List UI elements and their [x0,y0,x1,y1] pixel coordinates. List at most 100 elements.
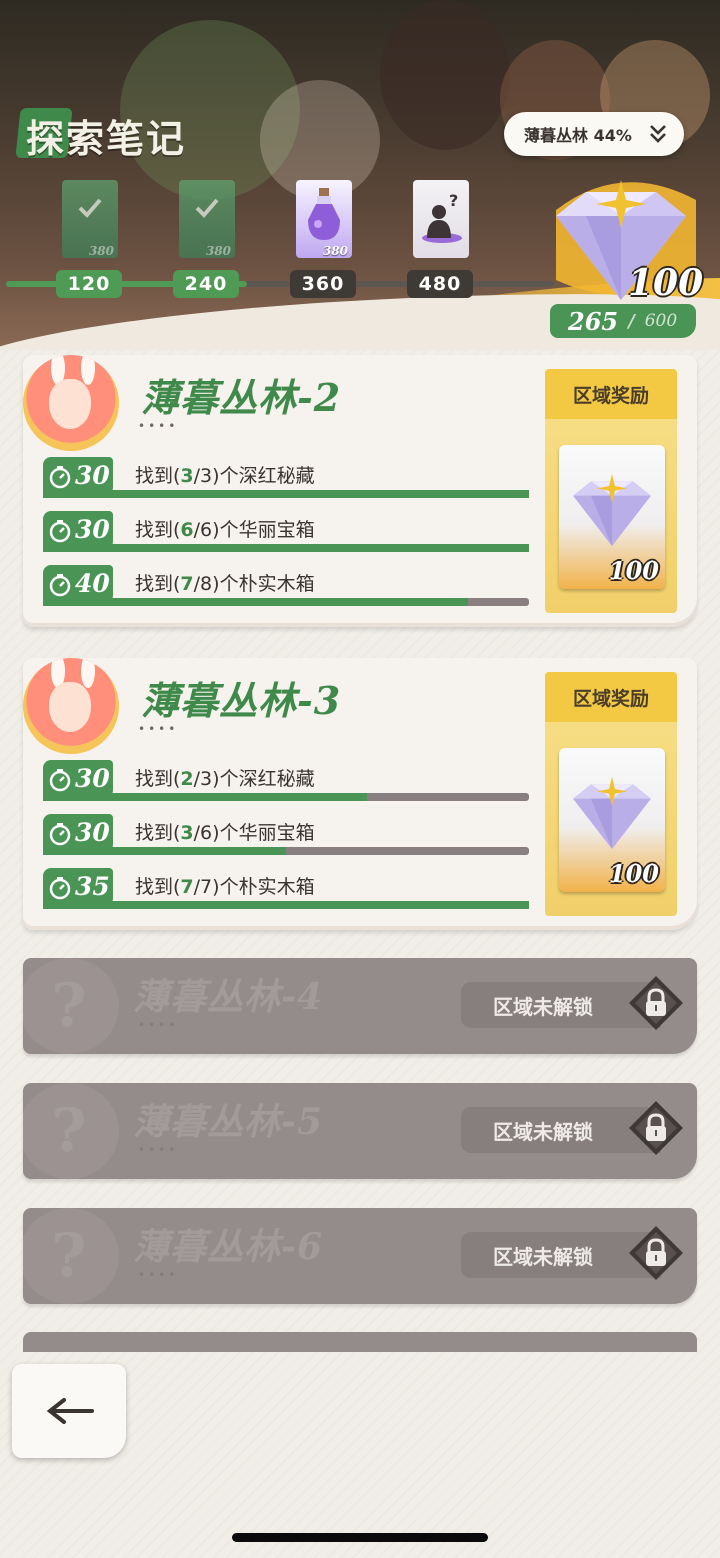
back-arrow-icon [46,1398,94,1424]
padlock-icon [629,1101,683,1155]
exploration-points: 265 / 600 [550,304,696,338]
milestone-threshold-4: 480 [407,270,473,298]
task-total: /8) [193,573,220,595]
task-found-count: 6 [180,519,194,541]
zone-avatar [23,658,119,754]
locked-zone-5[interactable]: ? 薄暮丛林-5 •••• 区域未解锁 [23,1083,697,1179]
task-found-count: 2 [180,768,194,790]
task-target: 个朴实木箱 [219,876,315,898]
stopwatch-icon [49,466,71,489]
zone-reward-count: 100 [608,859,659,888]
gem-reward-count: 100 [628,262,704,304]
zone-name: 薄暮丛林-2 [141,375,342,420]
home-indicator[interactable] [232,1533,488,1542]
points-max: 600 [644,311,678,331]
task-prefix: 找到( [135,465,181,487]
task-description: 找到(7/8)个朴实木箱 [135,569,315,596]
task-points: 30 [75,764,110,793]
task-points: 30 [75,818,110,847]
task-prefix: 找到( [135,822,181,844]
task-points: 35 [75,872,110,901]
milestone-reward-1[interactable]: 380 [62,180,118,260]
back-button[interactable] [12,1364,126,1458]
task-total: /6) [193,822,220,844]
zone-reward-title: 区域奖励 [545,672,677,722]
task-prefix: 找到( [135,876,181,898]
task-progress-fill [43,901,529,909]
checkmark-icon [78,198,102,218]
task-found-count: 3 [180,465,194,487]
locked-zone-4[interactable]: ? 薄暮丛林-4 •••• 区域未解锁 [23,958,697,1054]
question-mark-icon: ? [23,958,119,1054]
milestone-reward-4[interactable]: ? [413,180,469,260]
zone-rating-dots: •••• [138,1143,179,1157]
task-progress-fill [43,793,367,801]
task-description: 找到(7/7)个朴实木箱 [135,872,315,899]
task-target: 个深红秘藏 [219,768,315,790]
padlock-icon [629,1226,683,1280]
locked-zone-name: 薄暮丛林-6 [133,1226,323,1268]
stopwatch-icon [49,574,71,597]
zone-reward-count: 100 [608,556,659,585]
zone-reward[interactable]: 区域奖励 100 [545,672,677,916]
task-found-count: 7 [180,573,194,595]
task-prefix: 找到( [135,519,181,541]
task-row: 40 找到(7/8)个朴实木箱 [43,565,529,607]
zone-avatar [23,355,119,451]
stopwatch-icon [49,877,71,900]
zone-reward-card: 100 [559,748,665,892]
page-title: 探索笔记 [26,116,187,161]
task-target: 个深红秘藏 [219,465,315,487]
gem-icon [573,474,651,546]
region-selector-label: 薄暮丛林 44% [524,126,632,145]
question-mark-icon: ? [23,1208,119,1304]
task-row: 30 找到(6/6)个华丽宝箱 [43,511,529,553]
task-target: 个华丽宝箱 [219,519,315,541]
milestone-threshold-3: 360 [290,270,356,298]
milestone-reward-3[interactable]: 380 [296,180,352,260]
task-progress-fill [43,847,286,855]
stopwatch-icon [49,769,71,792]
task-points: 40 [75,569,110,598]
zone-reward[interactable]: 区域奖励 100 [545,369,677,613]
potion-bottle-icon [308,188,340,240]
zone-rating-dots: •••• [138,1018,179,1032]
task-total: /3) [193,465,220,487]
task-row: 35 找到(7/7)个朴实木箱 [43,868,529,910]
task-target: 个朴实木箱 [219,573,315,595]
task-points: 30 [75,461,110,490]
milestone-reward-2[interactable]: 380 [179,180,235,260]
task-description: 找到(3/3)个深红秘藏 [135,461,315,488]
locked-zone-6[interactable]: ? 薄暮丛林-6 •••• 区域未解锁 [23,1208,697,1304]
points-separator: / [628,310,635,332]
zone-reward-title: 区域奖励 [545,369,677,419]
task-total: /7) [193,876,220,898]
padlock-icon [629,976,683,1030]
task-target: 个华丽宝箱 [219,822,315,844]
milestone-reward-amount: 380 [88,244,114,258]
task-prefix: 找到( [135,573,181,595]
task-progress-fill [43,598,468,606]
checkmark-icon [195,198,219,218]
locked-zone-name: 薄暮丛林-4 [133,976,323,1018]
zone-reward-card: 100 [559,445,665,589]
mystery-figure-icon: ? [422,191,462,243]
task-progress-fill [43,544,529,552]
zone-rating-dots: •••• [138,419,179,433]
gem-icon [573,777,651,849]
zone-card-2: 薄暮丛林-2 •••• 30 找到(3/3)个深红秘藏 30 找到(6/6)个华… [23,355,697,627]
double-chevron-down-icon [650,125,666,143]
task-points: 30 [75,515,110,544]
stopwatch-icon [49,823,71,846]
task-row: 30 找到(3/6)个华丽宝箱 [43,814,529,856]
zone-rating-dots: •••• [138,722,179,736]
milestone-reward-amount: 380 [322,244,348,258]
task-found-count: 3 [180,822,194,844]
region-selector[interactable]: 薄暮丛林 44% [504,112,684,156]
milestone-threshold-1: 120 [56,270,122,298]
task-description: 找到(3/6)个华丽宝箱 [135,818,315,845]
task-total: /3) [193,768,220,790]
question-mark-icon: ? [23,1083,119,1179]
zone-rating-dots: •••• [138,1268,179,1282]
milestone-reward-amount: 380 [205,244,231,258]
